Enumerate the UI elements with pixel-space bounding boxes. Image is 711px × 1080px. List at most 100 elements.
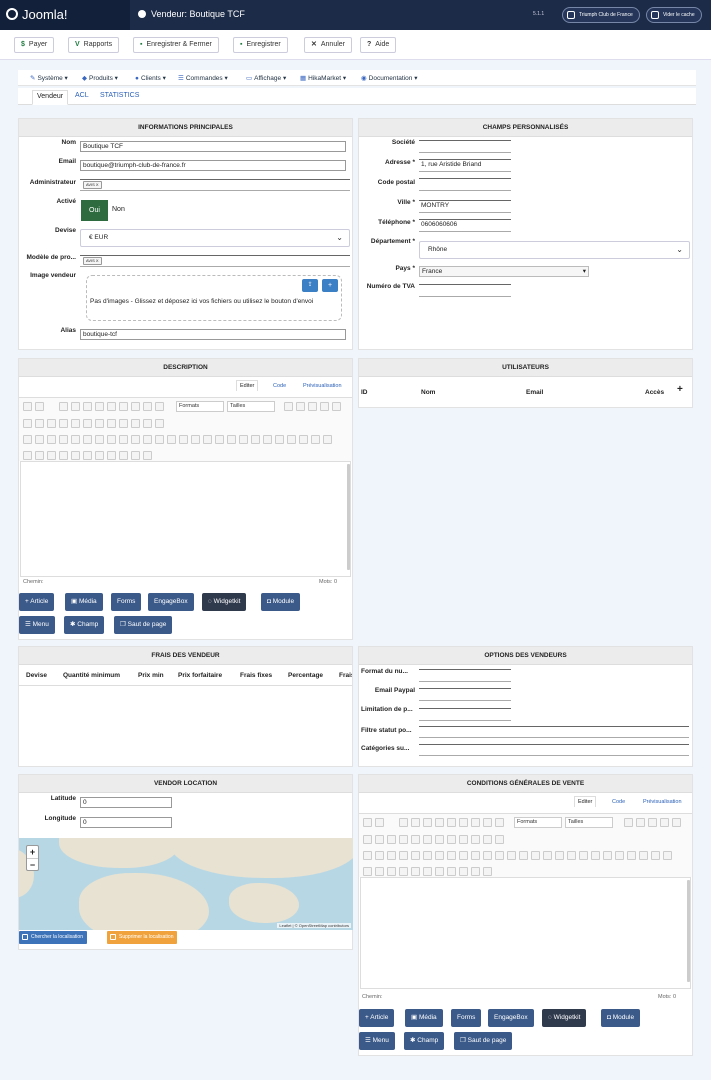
toolbar-button-icon[interactable]	[447, 851, 456, 860]
toolbar-button-icon[interactable]	[95, 451, 104, 460]
toolbar-button-icon[interactable]	[375, 867, 384, 876]
toolbar-button-icon[interactable]	[447, 867, 456, 876]
toolbar-button-icon[interactable]	[459, 851, 468, 860]
toolbar-button-icon[interactable]	[387, 835, 396, 844]
limitation-input[interactable]	[419, 708, 511, 721]
toolbar-button-icon[interactable]	[567, 851, 576, 860]
reports-button[interactable]: V Rapports	[68, 37, 120, 53]
sizes-dropdown[interactable]: Tailles	[227, 401, 275, 412]
toolbar-button-icon[interactable]	[203, 435, 212, 444]
toolbar-button-icon[interactable]	[636, 818, 645, 827]
cgv-menu-button[interactable]: ☰ Menu	[359, 1032, 395, 1050]
toolbar-button-icon[interactable]	[459, 867, 468, 876]
module-button[interactable]: ◘ Module	[261, 593, 301, 611]
toolbar-button-icon[interactable]	[651, 851, 660, 860]
toolbar-button-icon[interactable]	[411, 835, 420, 844]
currency-select[interactable]: € EUR ⌄	[80, 229, 350, 247]
toolbar-button-icon[interactable]	[579, 851, 588, 860]
toolbar-button-icon[interactable]	[107, 402, 116, 411]
toolbar-button-icon[interactable]	[299, 435, 308, 444]
toolbar-button-icon[interactable]	[35, 451, 44, 460]
tab-preview[interactable]: Prévisualisation	[303, 383, 342, 389]
toolbar-button-icon[interactable]	[663, 851, 672, 860]
longitude-input[interactable]: 0	[80, 817, 172, 828]
toolbar-button-icon[interactable]	[143, 435, 152, 444]
toolbar-button-icon[interactable]	[471, 851, 480, 860]
toolbar-button-icon[interactable]	[495, 835, 504, 844]
tab-statistics[interactable]: STATISTICS	[100, 92, 139, 99]
cgv-tab-code[interactable]: Code	[612, 799, 625, 805]
paypal-email-input[interactable]	[419, 688, 511, 701]
toolbar-button-icon[interactable]	[531, 851, 540, 860]
toolbar-button-icon[interactable]	[483, 835, 492, 844]
toolbar-button-icon[interactable]	[59, 435, 68, 444]
dept-select[interactable]: Rhône ⌄	[419, 241, 690, 259]
toolbar-button-icon[interactable]	[435, 851, 444, 860]
name-input[interactable]: Boutique TCF	[80, 141, 346, 152]
menu-system[interactable]: ✎ Système ▾	[30, 74, 68, 82]
toolbar-button-icon[interactable]	[251, 435, 260, 444]
toolbar-button-icon[interactable]	[275, 435, 284, 444]
menu-products[interactable]: ◆ Produits ▾	[82, 74, 118, 82]
zoom-out-button[interactable]: −	[27, 858, 38, 870]
toolbar-button-icon[interactable]	[435, 867, 444, 876]
zoom-in-button[interactable]: +	[27, 846, 38, 858]
toolbar-button-icon[interactable]	[363, 867, 372, 876]
toolbar-button-icon[interactable]	[320, 402, 329, 411]
menu-documentation[interactable]: ◉ Documentation ▾	[361, 74, 417, 82]
toolbar-button-icon[interactable]	[23, 402, 32, 411]
toolbar-button-icon[interactable]	[131, 451, 140, 460]
toolbar-button-icon[interactable]	[435, 835, 444, 844]
editor-scrollbar[interactable]	[347, 464, 350, 570]
cgv-editor[interactable]	[360, 877, 691, 989]
clear-cache-button[interactable]: Vider le cache	[646, 7, 702, 23]
country-select[interactable]: France ▾	[419, 266, 589, 277]
toolbar-button-icon[interactable]	[483, 851, 492, 860]
toolbar-button-icon[interactable]	[483, 818, 492, 827]
vat-input[interactable]	[419, 284, 511, 297]
address-input[interactable]: 1, rue Aristide Briand	[419, 159, 511, 172]
page-break-button[interactable]: ❐ Saut de page	[114, 616, 173, 634]
cgv-page-break-button[interactable]: ❐ Saut de page	[454, 1032, 513, 1050]
toolbar-button-icon[interactable]	[83, 435, 92, 444]
tab-vendeur[interactable]: Vendeur	[32, 90, 69, 105]
upload-icon[interactable]: ⇪	[302, 279, 318, 292]
menu-orders[interactable]: ☰ Commandes ▾	[178, 74, 228, 82]
toolbar-button-icon[interactable]	[119, 419, 128, 428]
toolbar-button-icon[interactable]	[423, 818, 432, 827]
toolbar-button-icon[interactable]	[119, 402, 128, 411]
toolbar-button-icon[interactable]	[155, 402, 164, 411]
toolbar-button-icon[interactable]	[591, 851, 600, 860]
widgetkit-button[interactable]: ◌ Widgetkit	[202, 593, 247, 611]
phone-input[interactable]: 0606060606	[419, 219, 511, 232]
admin-tag[interactable]: AVIS X	[83, 181, 102, 189]
toolbar-button-icon[interactable]	[35, 402, 44, 411]
toolbar-button-icon[interactable]	[83, 451, 92, 460]
toolbar-button-icon[interactable]	[23, 435, 32, 444]
tab-acl[interactable]: ACL	[75, 92, 89, 99]
cgv-tab-editer[interactable]: Editer	[574, 796, 597, 807]
toolbar-button-icon[interactable]	[83, 402, 92, 411]
toolbar-button-icon[interactable]	[155, 435, 164, 444]
toolbar-button-icon[interactable]	[375, 818, 384, 827]
save-close-button[interactable]: ▪ Enregistrer & Fermer	[133, 37, 219, 53]
toolbar-button-icon[interactable]	[411, 851, 420, 860]
toolbar-button-icon[interactable]	[71, 402, 80, 411]
toolbar-button-icon[interactable]	[639, 851, 648, 860]
add-image-icon[interactable]: +	[322, 279, 338, 292]
map-view[interactable]: + − Leaflet | © OpenStreetMap contributo…	[19, 838, 353, 930]
active-yes-button[interactable]: Oui	[81, 200, 108, 221]
categories-select[interactable]	[419, 744, 689, 756]
tab-editer[interactable]: Editer	[236, 380, 259, 391]
toolbar-button-icon[interactable]	[191, 435, 200, 444]
toolbar-button-icon[interactable]	[308, 402, 317, 411]
toolbar-button-icon[interactable]	[167, 435, 176, 444]
toolbar-button-icon[interactable]	[71, 451, 80, 460]
toolbar-button-icon[interactable]	[447, 818, 456, 827]
save-button[interactable]: ▪ Enregistrer	[233, 37, 288, 53]
toolbar-button-icon[interactable]	[155, 419, 164, 428]
toolbar-button-icon[interactable]	[47, 419, 56, 428]
cgv-formats-dropdown[interactable]: Formats	[514, 817, 562, 828]
city-input[interactable]: MONTRY	[419, 200, 511, 213]
formats-dropdown[interactable]: Formats	[176, 401, 224, 412]
